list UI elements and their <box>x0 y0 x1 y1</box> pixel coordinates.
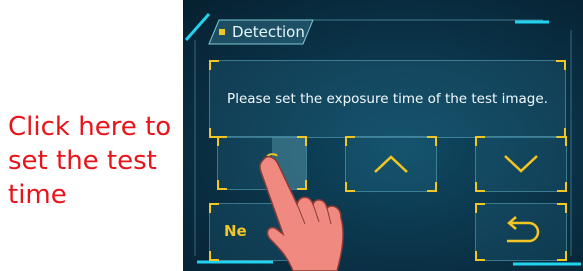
annotation-line-3: time <box>8 180 67 210</box>
annotation-text: Click here to set the test time <box>8 110 208 212</box>
annotation-line-1: Click here to <box>8 112 172 142</box>
tab-detection-label: Detection <box>232 23 305 41</box>
detection-panel: Detection Please set the exposure time o… <box>183 0 583 271</box>
next-button-label: Ne <box>224 222 247 240</box>
tab-detection: Detection <box>209 20 319 44</box>
return-arrow-icon <box>507 216 540 243</box>
annotation-line-2: set the test <box>8 146 157 176</box>
chevron-down-icon <box>504 155 538 173</box>
tab-indicator-dot <box>219 29 225 35</box>
decrease-button[interactable] <box>475 136 567 192</box>
chevron-up-icon <box>374 155 408 173</box>
back-button[interactable] <box>475 203 567 261</box>
message-box: Please set the exposure time of the test… <box>209 60 566 138</box>
pointing-hand-icon <box>259 155 344 271</box>
message-text: Please set the exposure time of the test… <box>227 91 548 107</box>
